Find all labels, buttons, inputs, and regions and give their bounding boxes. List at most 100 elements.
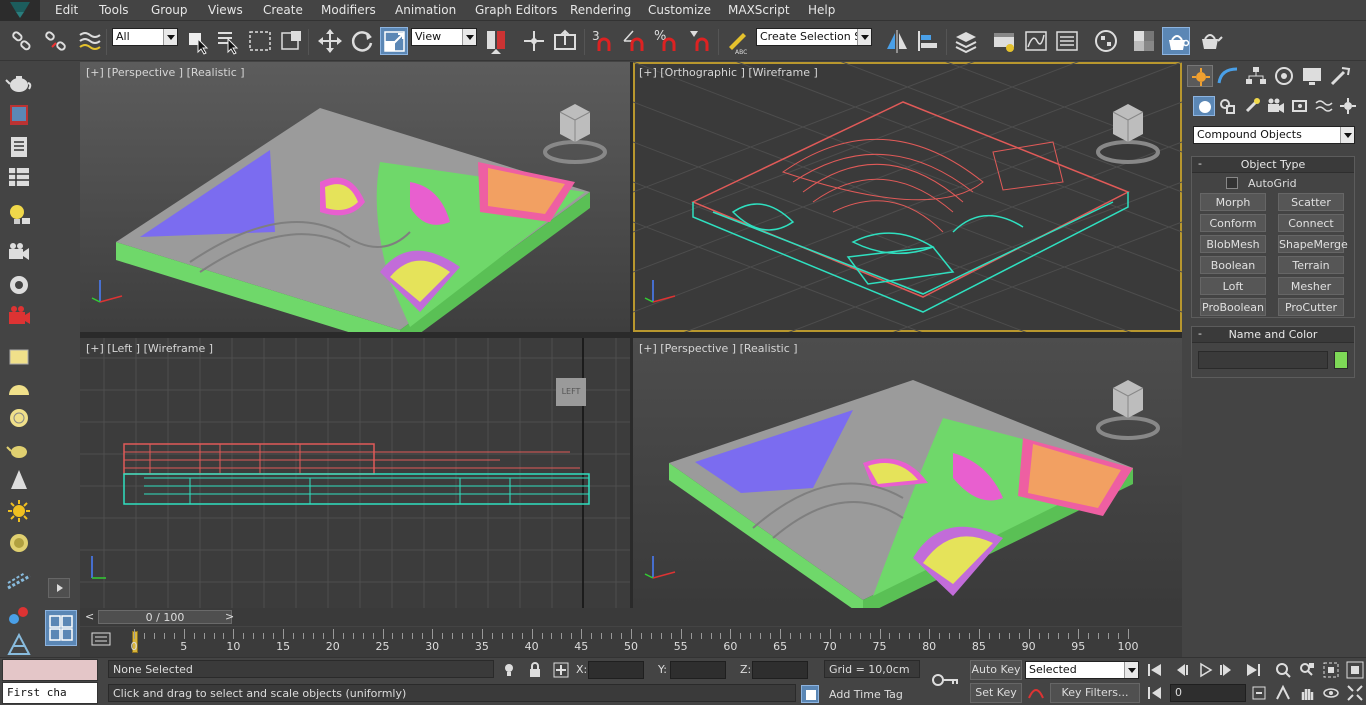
selection-filter-dropdown[interactable]: All: [112, 28, 178, 46]
teapot-small-icon[interactable]: [5, 437, 33, 463]
time-slider[interactable]: < 0 / 100 >: [80, 608, 1182, 626]
rect-region-icon[interactable]: [246, 27, 274, 55]
maxscript-listener-output[interactable]: [2, 659, 98, 681]
material-editor-icon[interactable]: [1130, 27, 1158, 55]
menu-group[interactable]: Group: [151, 3, 188, 17]
viewport-label-top-left[interactable]: [+] [Perspective ] [Realistic ]: [86, 66, 245, 79]
window-crossing-icon[interactable]: [278, 27, 306, 55]
scatter-button[interactable]: Scatter: [1278, 193, 1344, 211]
angle-snap-icon[interactable]: [621, 27, 649, 55]
select-by-name-icon[interactable]: [214, 27, 242, 55]
render-icon[interactable]: [1196, 27, 1224, 55]
display-tab-icon[interactable]: [1299, 65, 1325, 87]
menu-views[interactable]: Views: [208, 3, 243, 17]
utilities-tab-icon[interactable]: [1327, 65, 1353, 87]
key-filters-button[interactable]: Key Filters...: [1050, 683, 1140, 703]
object-name-input[interactable]: [1198, 351, 1328, 369]
manipulate-icon[interactable]: [520, 27, 548, 55]
menu-modifiers[interactable]: Modifiers: [321, 3, 376, 17]
percent-snap-icon[interactable]: %: [653, 27, 681, 55]
lights-category-icon[interactable]: [1241, 96, 1263, 116]
viewport-label-top-right[interactable]: [+] [Orthographic ] [Wireframe ]: [639, 66, 818, 79]
create-tab-icon[interactable]: [1187, 65, 1213, 87]
procutter-button[interactable]: ProCutter: [1278, 298, 1344, 316]
table-icon[interactable]: [5, 164, 33, 190]
boolean-button[interactable]: Boolean: [1200, 256, 1266, 274]
teapot-icon[interactable]: [5, 70, 33, 96]
snap-toggle-icon[interactable]: 3: [590, 27, 618, 55]
disc-icon[interactable]: [5, 530, 33, 556]
space-warps-category-icon[interactable]: [1313, 96, 1335, 116]
cone-icon[interactable]: [5, 467, 33, 493]
menu-animation[interactable]: Animation: [395, 3, 456, 17]
go-to-end-icon[interactable]: [1244, 661, 1262, 679]
rotate-icon[interactable]: [348, 27, 376, 55]
menu-rendering[interactable]: Rendering: [570, 3, 631, 17]
maxscript-listener-input[interactable]: First cha: [2, 682, 98, 704]
bind-space-warp-icon[interactable]: [76, 27, 104, 55]
scene-explorer-icon[interactable]: [5, 134, 33, 160]
image-viewer-icon[interactable]: [5, 102, 33, 128]
video-icon[interactable]: [5, 304, 33, 330]
schematic-view-icon[interactable]: [1092, 27, 1120, 55]
expand-panel-button[interactable]: [48, 578, 70, 598]
play-animation-icon[interactable]: [1196, 661, 1214, 679]
go-to-start-icon[interactable]: [1146, 661, 1164, 679]
set-key-key-icon[interactable]: [928, 666, 964, 694]
timeline-toggle-icon[interactable]: [90, 629, 112, 649]
current-frame-input[interactable]: 0: [1170, 684, 1246, 702]
next-frame-icon[interactable]: [1218, 661, 1236, 679]
plane-icon[interactable]: [5, 344, 33, 370]
link-icon[interactable]: [8, 27, 36, 55]
time-slider-prev-button[interactable]: <: [85, 610, 94, 623]
motion-tab-icon[interactable]: [1271, 65, 1297, 87]
viewport-top-left[interactable]: [+] [Perspective ] [Realistic ]: [80, 62, 630, 332]
viewport-bottom-right[interactable]: [+] [Perspective ] [Realistic ]: [633, 338, 1182, 608]
z-coordinate-input[interactable]: [752, 661, 808, 679]
viewcube-ortho-icon[interactable]: [1083, 92, 1173, 182]
scale-icon[interactable]: [380, 27, 408, 55]
add-time-tag-label[interactable]: Add Time Tag: [829, 688, 903, 701]
autogrid-checkbox[interactable]: [1226, 177, 1238, 189]
viewport-layout-button[interactable]: [45, 610, 77, 646]
app-logo-icon[interactable]: [0, 0, 40, 21]
zoom-extents-icon[interactable]: [1322, 661, 1340, 679]
pivot-icon[interactable]: [482, 27, 510, 55]
light-bulb-icon[interactable]: [5, 202, 33, 228]
menu-create[interactable]: Create: [263, 3, 303, 17]
layer-manager-icon[interactable]: [952, 27, 980, 55]
reference-coord-dropdown[interactable]: View: [411, 28, 477, 46]
conform-button[interactable]: Conform: [1200, 214, 1266, 232]
move-icon[interactable]: [316, 27, 344, 55]
hemisphere-icon[interactable]: [5, 375, 33, 401]
y-coordinate-input[interactable]: [670, 661, 726, 679]
time-slider-thumb[interactable]: 0 / 100: [98, 610, 232, 624]
zoom-icon[interactable]: [1274, 661, 1292, 679]
edit-named-selection-icon[interactable]: ABC: [723, 27, 751, 56]
key-mode-dropdown[interactable]: Selected: [1025, 661, 1139, 679]
connect-button[interactable]: Connect: [1278, 214, 1344, 232]
viewcube-icon[interactable]: [530, 92, 620, 182]
geometry-category-icon[interactable]: [1193, 96, 1215, 116]
blobmesh-button[interactable]: BlobMesh: [1200, 235, 1266, 253]
menu-customize[interactable]: Customize: [648, 3, 711, 17]
object-type-header[interactable]: - Object Type: [1192, 157, 1354, 173]
spheres-icon[interactable]: [5, 602, 33, 628]
keyboard-shortcut-icon[interactable]: [551, 27, 579, 55]
unlink-icon[interactable]: [42, 27, 70, 55]
menu-graph-editors[interactable]: Graph Editors: [475, 3, 557, 17]
dope-sheet-icon[interactable]: [1053, 27, 1081, 55]
helpers-category-icon[interactable]: [1289, 96, 1311, 116]
pan-view-icon[interactable]: [1298, 684, 1316, 702]
object-color-swatch[interactable]: [1334, 351, 1348, 369]
viewport-bottom-left[interactable]: [+] [Left ] [Wireframe ] LEFT: [80, 338, 630, 608]
menu-tools[interactable]: Tools: [99, 3, 129, 17]
camera-icon[interactable]: [5, 240, 33, 266]
x-coordinate-input[interactable]: [588, 661, 644, 679]
timeline[interactable]: 0 5 10 15 20 25 30 35 40 45 50 55 60 65 70 75 80 85 90 95 10…: [80, 627, 1182, 657]
helper-icon[interactable]: [5, 272, 33, 298]
spinner-snap-icon[interactable]: [686, 27, 714, 55]
viewport-top-right[interactable]: [+] [Orthographic ] [Wireframe ]: [633, 62, 1182, 332]
maximize-viewport-icon[interactable]: [1346, 684, 1364, 702]
key-mode-toggle-icon[interactable]: [1146, 684, 1164, 702]
